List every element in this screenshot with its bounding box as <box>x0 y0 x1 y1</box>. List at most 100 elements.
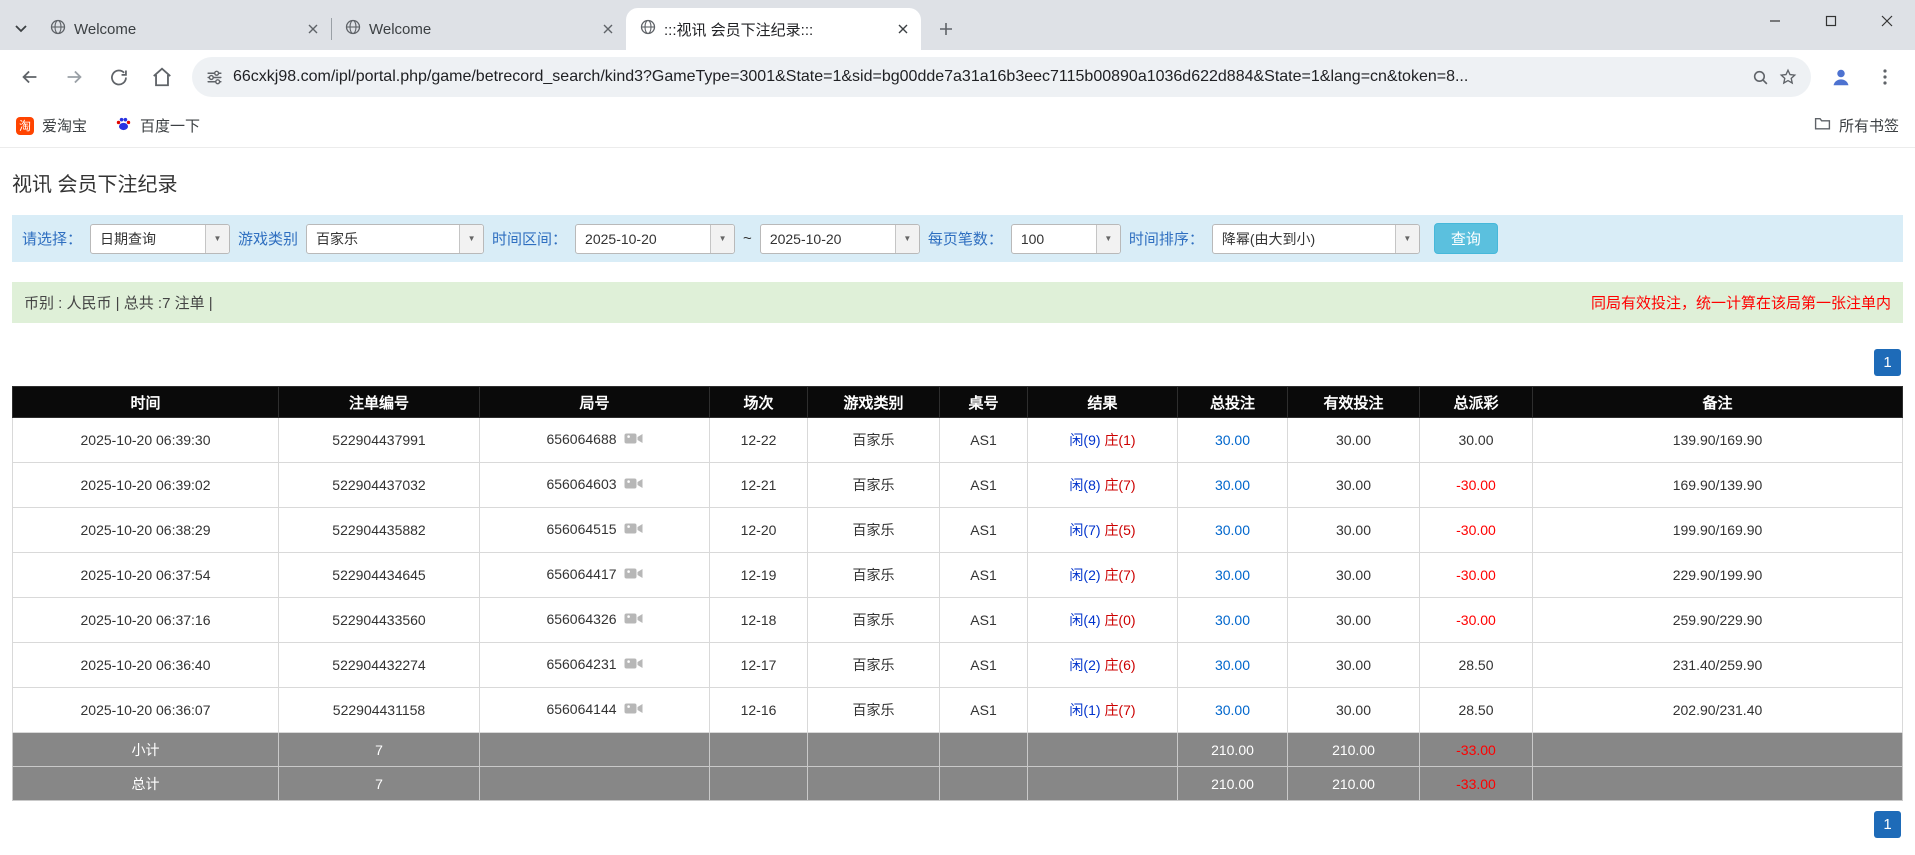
sort-label: 时间排序： <box>1129 228 1204 249</box>
summary-valid-bet-cell: 210.00 <box>1288 733 1420 767</box>
game-type-cell: 百家乐 <box>808 463 940 508</box>
chevron-down-icon[interactable]: ▼ <box>1096 225 1120 253</box>
video-replay-icon[interactable] <box>624 431 643 449</box>
sort-select[interactable]: 降幂(由大到小) ▼ <box>1212 224 1420 254</box>
pagination-bottom: 1 <box>14 811 1901 838</box>
chevron-down-icon <box>15 20 27 38</box>
per-page-select[interactable]: 100 ▼ <box>1011 224 1121 254</box>
tab-welcome-2[interactable]: Welcome <box>331 8 626 50</box>
per-page-label: 每页笔数： <box>928 228 1003 249</box>
game-type-value: 百家乐 <box>307 225 459 253</box>
summary-total-bet-cell: 210.00 <box>1178 733 1288 767</box>
tab-close-icon[interactable] <box>893 19 913 39</box>
menu-icon[interactable] <box>1865 57 1905 97</box>
date-from-select[interactable]: 2025-10-20 ▼ <box>575 224 735 254</box>
payout-value: 28.50 <box>1458 657 1493 673</box>
payout-value: -30.00 <box>1456 477 1496 493</box>
new-tab-button[interactable] <box>929 12 963 46</box>
page-1-button[interactable]: 1 <box>1874 811 1901 838</box>
result-cell: 闲(4) 庄(0) <box>1028 598 1178 643</box>
video-replay-icon[interactable] <box>624 611 643 629</box>
page-1-button[interactable]: 1 <box>1874 349 1901 376</box>
chevron-down-icon[interactable]: ▼ <box>205 225 229 253</box>
video-replay-icon[interactable] <box>624 566 643 584</box>
table-number-cell: AS1 <box>940 688 1028 733</box>
table-header-row: 时间注单编号局号场次游戏类别桌号结果总投注有效投注总派彩备注 <box>13 387 1903 418</box>
summary-total-bet-cell: 210.00 <box>1178 767 1288 801</box>
browser-toolbar: 66cxkj98.com/ipl/portal.php/game/betreco… <box>0 50 1915 104</box>
reload-button[interactable] <box>98 57 138 97</box>
video-replay-icon[interactable] <box>624 701 643 719</box>
bet-record-row: 2025-10-20 06:38:29522904435882656064515… <box>13 508 1903 553</box>
bookmark-star-icon[interactable] <box>1779 68 1797 86</box>
game-type-select[interactable]: 百家乐 ▼ <box>306 224 484 254</box>
per-page-value: 100 <box>1012 225 1096 253</box>
round-number-cell: 656064231 <box>480 643 710 688</box>
browser-window: Welcome Welcome :::视讯 会员下注纪录::: <box>0 0 1915 148</box>
player-result: 闲(8) <box>1069 477 1100 493</box>
back-button[interactable] <box>10 57 50 97</box>
tab-close-icon[interactable] <box>598 19 618 39</box>
payout-cell: -30.00 <box>1420 598 1533 643</box>
total-bet-link[interactable]: 30.00 <box>1215 432 1250 448</box>
chevron-down-icon[interactable]: ▼ <box>895 225 919 253</box>
game-type-cell: 百家乐 <box>808 598 940 643</box>
table-number-cell: AS1 <box>940 643 1028 688</box>
date-to-select[interactable]: 2025-10-20 ▼ <box>760 224 920 254</box>
column-header: 结果 <box>1028 387 1178 418</box>
close-window-button[interactable] <box>1859 0 1915 42</box>
total-bet-link[interactable]: 30.00 <box>1215 612 1250 628</box>
all-bookmarks-button[interactable]: 所有书签 <box>1814 115 1899 136</box>
remark-cell: 202.90/231.40 <box>1533 688 1903 733</box>
column-header: 局号 <box>480 387 710 418</box>
time-range-label: 时间区间： <box>492 228 567 249</box>
bet-number-cell: 522904433560 <box>279 598 480 643</box>
total-bet-link[interactable]: 30.00 <box>1215 522 1250 538</box>
total-bet-link[interactable]: 30.00 <box>1215 477 1250 493</box>
tab-bet-record[interactable]: :::视讯 会员下注纪录::: <box>626 8 921 50</box>
bookmark-aitaobao[interactable]: 淘 爱淘宝 <box>16 115 87 136</box>
session-cell: 12-18 <box>710 598 808 643</box>
payout-cell: -30.00 <box>1420 463 1533 508</box>
site-settings-icon[interactable] <box>206 69 223 86</box>
search-button[interactable]: 查询 <box>1434 223 1498 254</box>
video-replay-icon[interactable] <box>624 656 643 674</box>
baidu-paw-icon <box>115 115 132 136</box>
query-type-select[interactable]: 日期查询 ▼ <box>90 224 230 254</box>
tab-search-button[interactable] <box>6 8 36 50</box>
video-replay-icon[interactable] <box>624 476 643 494</box>
zoom-icon[interactable] <box>1752 69 1769 86</box>
column-header: 备注 <box>1533 387 1903 418</box>
payout-value: -30.00 <box>1456 567 1496 583</box>
profile-button[interactable] <box>1821 57 1861 97</box>
column-header: 注单编号 <box>279 387 480 418</box>
result-cell: 闲(7) 庄(5) <box>1028 508 1178 553</box>
tab-welcome-1[interactable]: Welcome <box>36 8 331 50</box>
total-bet-link[interactable]: 30.00 <box>1215 702 1250 718</box>
bookmark-baidu[interactable]: 百度一下 <box>115 115 200 136</box>
tab-close-icon[interactable] <box>303 19 323 39</box>
player-result: 闲(9) <box>1069 432 1100 448</box>
address-bar[interactable]: 66cxkj98.com/ipl/portal.php/game/betreco… <box>192 57 1811 97</box>
chevron-down-icon[interactable]: ▼ <box>459 225 483 253</box>
bookmarks-bar: 淘 爱淘宝 百度一下 所有书签 <box>0 104 1915 148</box>
banker-result: 庄(5) <box>1104 522 1135 538</box>
minimize-button[interactable] <box>1747 0 1803 42</box>
maximize-button[interactable] <box>1803 0 1859 42</box>
payout-value: 28.50 <box>1458 702 1493 718</box>
video-replay-icon[interactable] <box>624 521 643 539</box>
tab-title: Welcome <box>369 21 590 38</box>
valid-bet-cell: 30.00 <box>1288 598 1420 643</box>
chevron-down-icon[interactable]: ▼ <box>710 225 734 253</box>
table-number-cell: AS1 <box>940 418 1028 463</box>
total-bet-link[interactable]: 30.00 <box>1215 657 1250 673</box>
total-bet-link[interactable]: 30.00 <box>1215 567 1250 583</box>
time-cell: 2025-10-20 06:36:40 <box>13 643 279 688</box>
home-button[interactable] <box>142 57 182 97</box>
column-header: 场次 <box>710 387 808 418</box>
chevron-down-icon[interactable]: ▼ <box>1395 225 1419 253</box>
session-cell: 12-21 <box>710 463 808 508</box>
forward-button[interactable] <box>54 57 94 97</box>
total-bet-cell: 30.00 <box>1178 553 1288 598</box>
column-header: 游戏类别 <box>808 387 940 418</box>
